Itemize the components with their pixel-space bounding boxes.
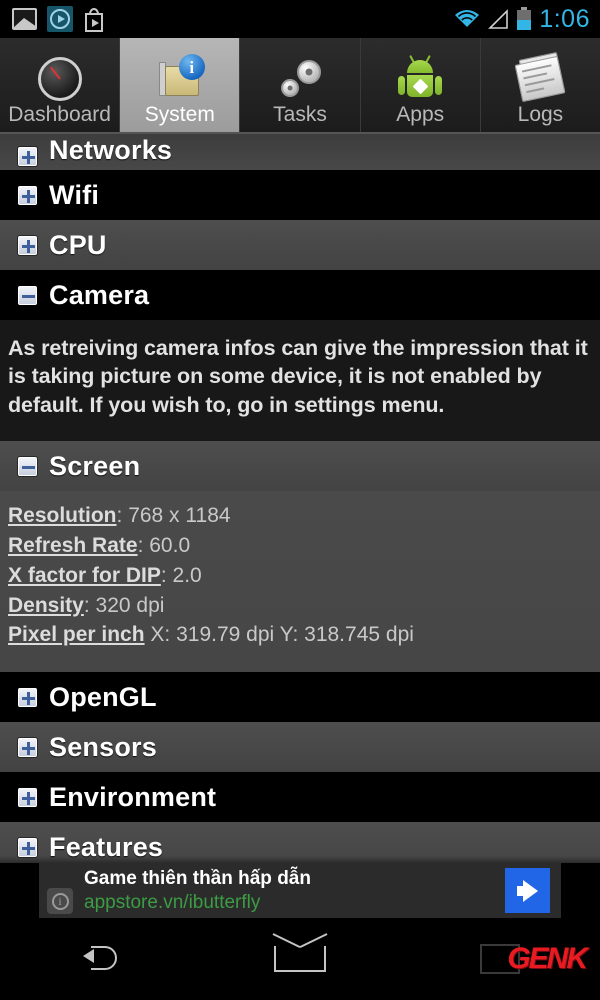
section-header-networks[interactable]: Networks bbox=[0, 134, 600, 170]
android-robot-icon bbox=[398, 54, 443, 104]
android-screen: 1:06 Dashboard i System Tasks Apps Logs … bbox=[0, 0, 600, 1000]
nav-recents-button[interactable]: GENK bbox=[400, 918, 600, 1000]
section-title-features: Features bbox=[49, 831, 164, 862]
system-info-list[interactable]: Networks Wifi CPU Camera As retreiving c… bbox=[0, 134, 600, 863]
nav-home-button[interactable] bbox=[200, 918, 400, 1000]
section-header-features[interactable]: Features bbox=[0, 822, 600, 863]
camera-body: As retreiving camera infos can give the … bbox=[0, 320, 600, 442]
screen-info-value: 320 dpi bbox=[95, 593, 165, 617]
expand-plus-icon[interactable] bbox=[18, 687, 37, 707]
tab-apps-label: Apps bbox=[396, 103, 445, 126]
screen-info-value: 2.0 bbox=[172, 563, 202, 587]
gallery-icon bbox=[12, 8, 37, 30]
section-title-opengl: OpenGL bbox=[49, 681, 157, 712]
section-header-sensors[interactable]: Sensors bbox=[0, 722, 600, 773]
section-header-camera[interactable]: Camera bbox=[0, 270, 600, 320]
screen-info-sep: : bbox=[83, 593, 90, 617]
screen-info-value: 60.0 bbox=[149, 533, 191, 557]
status-bar: 1:06 bbox=[0, 0, 600, 38]
music-player-icon bbox=[47, 6, 73, 32]
info-icon[interactable]: i bbox=[47, 888, 73, 914]
screen-info-row: Refresh Rate: 60.0 bbox=[8, 531, 592, 561]
genk-watermark: GENK bbox=[507, 942, 588, 975]
section-title-sensors: Sensors bbox=[49, 731, 157, 762]
expand-plus-icon[interactable] bbox=[18, 185, 37, 205]
gears-icon bbox=[277, 54, 323, 104]
tab-dashboard-label: Dashboard bbox=[8, 103, 111, 126]
section-title-cpu: CPU bbox=[49, 229, 107, 260]
tab-logs[interactable]: Logs bbox=[480, 38, 600, 132]
ad-cta-button[interactable] bbox=[505, 868, 550, 913]
section-title-wifi: Wifi bbox=[49, 179, 100, 210]
screen-info-row: Resolution: 768 x 1184 bbox=[8, 501, 592, 531]
screen-info-row: X factor for DIP: 2.0 bbox=[8, 561, 592, 591]
screen-info-block: Resolution: 768 x 1184 Refresh Rate: 60.… bbox=[0, 491, 600, 673]
status-bar-system-icons: 1:06 bbox=[454, 5, 590, 34]
section-title-networks: Networks bbox=[49, 135, 173, 165]
screen-info-key: Refresh Rate bbox=[8, 533, 138, 557]
tab-system-label: System bbox=[144, 103, 215, 126]
screen-info-row: Pixel per inch X: 319.79 dpi Y: 318.745 … bbox=[8, 620, 592, 650]
screen-info-key: Density bbox=[8, 593, 84, 617]
screen-info-sep: : bbox=[116, 504, 123, 528]
play-store-icon bbox=[85, 8, 103, 32]
system-board-info-icon: i bbox=[157, 54, 205, 104]
screen-info-value: X: 319.79 dpi Y: 318.745 dpi bbox=[150, 623, 414, 647]
nav-back-button[interactable] bbox=[0, 918, 200, 1000]
section-title-environment: Environment bbox=[49, 781, 217, 812]
expand-plus-icon[interactable] bbox=[18, 235, 37, 255]
tab-apps[interactable]: Apps bbox=[360, 38, 481, 132]
home-icon bbox=[274, 946, 326, 972]
section-header-opengl[interactable]: OpenGL bbox=[0, 672, 600, 723]
ad-banner[interactable]: i Game thiên thần hấp dẫn appstore.vn/ib… bbox=[39, 863, 561, 918]
tab-tasks-label: Tasks bbox=[273, 103, 327, 126]
tab-bar: Dashboard i System Tasks Apps Logs bbox=[0, 38, 600, 134]
section-header-environment[interactable]: Environment bbox=[0, 772, 600, 823]
ad-title: Game thiên thần hấp dẫn bbox=[84, 867, 311, 889]
cell-signal-icon bbox=[488, 9, 509, 29]
tab-logs-label: Logs bbox=[517, 103, 564, 126]
expand-plus-icon[interactable] bbox=[18, 737, 37, 757]
tab-system[interactable]: i System bbox=[120, 38, 241, 132]
screen-info-key: Pixel per inch bbox=[8, 623, 145, 647]
arrow-right-icon bbox=[517, 879, 538, 902]
screen-info-sep: : bbox=[160, 563, 167, 587]
wifi-icon bbox=[455, 10, 480, 27]
expand-plus-icon[interactable] bbox=[18, 147, 37, 166]
screen-info-sep: : bbox=[137, 533, 144, 557]
section-header-cpu[interactable]: CPU bbox=[0, 220, 600, 270]
ad-text: Game thiên thần hấp dẫn appstore.vn/ibut… bbox=[84, 867, 311, 915]
ad-banner-container: i Game thiên thần hấp dẫn appstore.vn/ib… bbox=[0, 863, 600, 918]
battery-icon bbox=[517, 7, 532, 30]
newspaper-icon bbox=[514, 51, 566, 104]
camera-message: As retreiving camera infos can give the … bbox=[8, 336, 588, 417]
screen-info-key: X factor for DIP bbox=[8, 563, 161, 587]
back-icon bbox=[83, 946, 117, 972]
screen-info-row: Density: 320 dpi bbox=[8, 591, 592, 621]
screen-info-key: Resolution bbox=[8, 504, 117, 528]
tab-tasks[interactable]: Tasks bbox=[240, 38, 361, 132]
tab-dashboard[interactable]: Dashboard bbox=[0, 38, 121, 132]
section-title-camera: Camera bbox=[49, 279, 150, 310]
expand-plus-icon[interactable] bbox=[18, 787, 37, 807]
section-title-screen: Screen bbox=[49, 450, 141, 481]
section-header-screen[interactable]: Screen bbox=[0, 441, 600, 492]
collapse-minus-icon[interactable] bbox=[18, 285, 37, 305]
screen-info-value: 768 x 1184 bbox=[128, 504, 231, 528]
status-bar-notification-icons bbox=[12, 6, 105, 32]
expand-plus-icon[interactable] bbox=[18, 837, 37, 857]
gauge-icon bbox=[37, 54, 82, 104]
navigation-bar: GENK bbox=[0, 918, 600, 1000]
ad-url: appstore.vn/ibutterfly bbox=[84, 891, 261, 913]
status-bar-clock: 1:06 bbox=[539, 4, 590, 33]
section-header-wifi[interactable]: Wifi bbox=[0, 170, 600, 220]
collapse-minus-icon[interactable] bbox=[18, 456, 37, 476]
